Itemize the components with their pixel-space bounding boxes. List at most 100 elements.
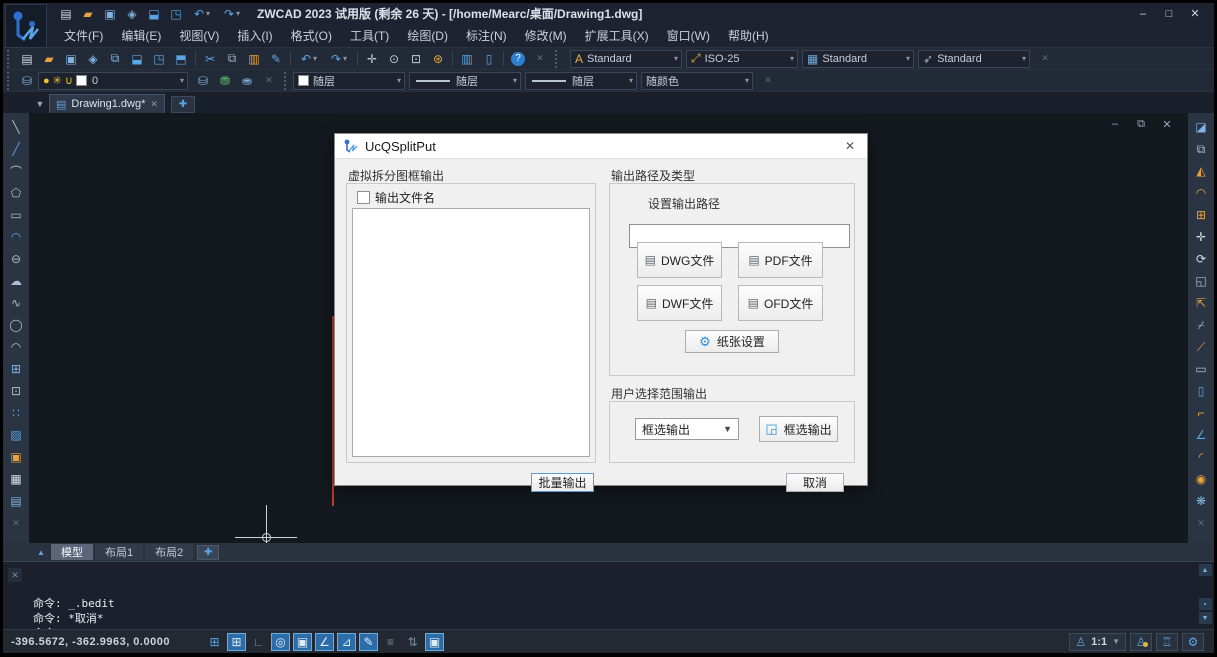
save-icon[interactable]: ▣▾ <box>99 4 121 24</box>
dwg-file-button[interactable]: ▤ DWG文件 <box>637 242 722 278</box>
hatch-tool-icon[interactable]: ▨ <box>5 424 27 446</box>
blend-tool-icon[interactable]: ◉ <box>1190 468 1212 490</box>
save-as-icon[interactable]: ◈▾ <box>121 4 143 24</box>
lineweight-control[interactable]: 随层 ▾ <box>525 72 637 90</box>
make-object-layer-current-icon[interactable]: ⛁ <box>192 71 214 91</box>
zoom-window-icon[interactable]: ⊡▾ <box>405 49 427 69</box>
frame-list[interactable] <box>352 208 590 457</box>
copy-drawing-icon[interactable]: ⧉▾ <box>104 49 126 69</box>
toolbar-grip[interactable] <box>7 50 13 68</box>
layout-tab-up-icon[interactable]: ▲ <box>33 545 49 559</box>
scroll-down-icon[interactable]: ▼ <box>1199 612 1212 624</box>
save-icon[interactable]: ▣▾ <box>60 49 82 69</box>
menu-item[interactable]: 文件(F) <box>55 24 112 47</box>
layer-previous-icon[interactable]: ⛃ <box>214 71 236 91</box>
dynamic-input-toggle[interactable]: ✎ <box>359 633 378 651</box>
zwcad-logo[interactable] <box>5 4 47 48</box>
range-mode-select[interactable]: 框选输出 ▼ <box>635 418 739 440</box>
dwf-file-button[interactable]: ▤ DWF文件 <box>637 285 722 321</box>
tab-layout1[interactable]: 布局1 <box>95 544 143 560</box>
selection-cycling-toggle[interactable]: ⇅ <box>403 633 422 651</box>
region-tool-icon[interactable]: ▣ <box>5 446 27 468</box>
help-icon[interactable]: ?▾ <box>507 49 529 69</box>
menu-item[interactable]: 视图(V) <box>170 24 228 47</box>
redo-icon[interactable]: ↷▾ <box>217 4 247 24</box>
grid-display-toggle[interactable]: ⊞ <box>205 633 224 651</box>
toolbar-close-icon[interactable]: ✕ <box>5 512 27 534</box>
ortho-toggle[interactable]: ∟ <box>249 633 268 651</box>
doc-tab-dropdown-icon[interactable]: ▼ <box>31 95 49 113</box>
box-select-output-button[interactable]: ◲ 框选输出 <box>759 416 838 442</box>
join-tool-icon[interactable]: ⌐ <box>1190 402 1212 424</box>
plot-preview-icon[interactable]: ◳▾ <box>165 4 187 24</box>
settings-gear-icon[interactable]: ⚙ <box>1182 633 1204 651</box>
extend-tool-icon[interactable]: ⟋ <box>1190 336 1212 358</box>
polar-tracking-toggle[interactable]: ∠ <box>315 633 334 651</box>
array-tool-icon[interactable]: ⊞ <box>1190 204 1212 226</box>
quickcalc-icon[interactable]: ▯▾ <box>478 49 500 69</box>
dialog-titlebar[interactable]: UcQSplitPut ✕ <box>335 134 867 159</box>
auto-annotation-button[interactable]: ♖ <box>1156 633 1178 651</box>
ellipse-tool-icon[interactable]: ◯ <box>5 314 27 336</box>
trim-tool-icon[interactable]: ⌿ <box>1190 314 1212 336</box>
insert-block-tool-icon[interactable]: ⊞ <box>5 358 27 380</box>
redo-icon[interactable]: ↷▾ <box>324 49 354 69</box>
layer-manager-icon[interactable]: ⛁ <box>16 71 38 91</box>
toolbar-grip[interactable] <box>284 72 290 90</box>
paper-settings-button[interactable]: ⚙ 纸张设置 <box>685 330 779 353</box>
polyline-tool-icon[interactable]: ╱ <box>5 138 27 160</box>
copy-tool-icon[interactable]: ⧉ <box>1190 138 1212 160</box>
close-button[interactable]: ✕ <box>1184 6 1206 22</box>
object-snap-toggle[interactable]: ◎ <box>271 633 290 651</box>
toolbar-close-icon[interactable]: ✕ <box>1190 512 1212 534</box>
spline-tool-icon[interactable]: ∿ <box>5 292 27 314</box>
menu-item[interactable]: 帮助(H) <box>719 24 778 47</box>
grid-snap-toggle[interactable]: ⊞ <box>227 633 246 651</box>
add-layout-button[interactable]: ✚ <box>197 545 219 560</box>
doc-minimize-button[interactable]: – <box>1108 116 1122 132</box>
tab-layout2[interactable]: 布局2 <box>145 544 193 560</box>
doc-tab-drawing1[interactable]: ▤ Drawing1.dwg* ✕ <box>49 94 165 113</box>
doc-close-button[interactable]: ✕ <box>1160 116 1174 132</box>
new-file-icon[interactable]: ▤▾ <box>16 49 38 69</box>
mirror-tool-icon[interactable]: ◭ <box>1190 160 1212 182</box>
break-tool-icon[interactable]: ▭ <box>1190 358 1212 380</box>
mleader-style-control[interactable]: ➶ Standard ▾ <box>918 50 1030 68</box>
point-tool-icon[interactable]: ∷ <box>5 402 27 424</box>
layer-states-icon[interactable]: ⛂ <box>236 71 258 91</box>
print-icon[interactable]: ⬓▾ <box>143 4 165 24</box>
mtext-tool-icon[interactable]: ▤ <box>5 490 27 512</box>
command-close-icon[interactable]: ✕ <box>8 568 22 582</box>
menu-item[interactable]: 工具(T) <box>341 24 398 47</box>
stretch-tool-icon[interactable]: ⇱ <box>1190 292 1212 314</box>
arc-tool-icon[interactable]: ◠ <box>5 226 27 248</box>
color-control[interactable]: 随层 ▾ <box>293 72 405 90</box>
polygon-tool-icon[interactable]: ⬠ <box>5 182 27 204</box>
tab-model[interactable]: 模型 <box>51 544 93 560</box>
doc-tab-close-icon[interactable]: ✕ <box>150 99 158 110</box>
table-style-control[interactable]: ▦ Standard ▾ <box>802 50 914 68</box>
menu-item[interactable]: 标注(N) <box>457 24 516 47</box>
new-doc-tab-button[interactable]: ✚ <box>171 96 195 113</box>
menu-item[interactable]: 窗口(W) <box>658 24 719 47</box>
scale-tool-icon[interactable]: ◱ <box>1190 270 1212 292</box>
explode-tool-icon[interactable]: ❋ <box>1190 490 1212 512</box>
pdf-file-button[interactable]: ▤ PDF文件 <box>738 242 823 278</box>
toolbar-grip[interactable] <box>7 72 13 90</box>
circle-tool-icon[interactable]: ⊖ <box>5 248 27 270</box>
command-line-window[interactable]: ✕ 命令: _.bedit命令: *取消*命令: ZWUCADDDWGOPINI… <box>3 561 1214 629</box>
output-filename-checkbox[interactable] <box>357 191 370 204</box>
overflow-icon[interactable]: ✕ <box>258 71 280 91</box>
batch-output-button[interactable]: 批量输出 <box>531 473 594 492</box>
scroll-up-icon[interactable]: ▲ <box>1199 564 1212 576</box>
layer-control[interactable]: ● ✳ ∪ 0 ▾ <box>38 72 188 90</box>
paste-icon[interactable]: ▥▾ <box>243 49 265 69</box>
make-block-tool-icon[interactable]: ⊡ <box>5 380 27 402</box>
break-at-point-tool-icon[interactable]: ▯ <box>1190 380 1212 402</box>
lineweight-display-toggle[interactable]: ≡ <box>381 633 400 651</box>
open-folder-icon[interactable]: ▰▾ <box>77 4 99 24</box>
line-tool-icon[interactable]: ╲ <box>5 116 27 138</box>
format-painter-icon[interactable]: ✎▾ <box>265 49 287 69</box>
offset-tool-icon[interactable]: ◠ <box>1190 182 1212 204</box>
chamfer-tool-icon[interactable]: ∠ <box>1190 424 1212 446</box>
